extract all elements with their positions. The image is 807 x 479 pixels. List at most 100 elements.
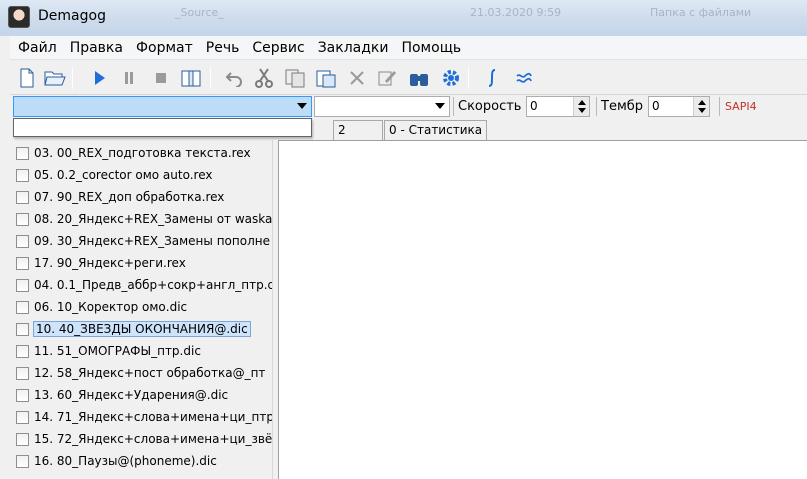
list-item-selected[interactable]: 10. 40_ЗВЕЗДЫ ОКОНЧАНИЯ@.dic — [16, 319, 272, 339]
file-label: 15. 72_Яндекс+слова+имена+ци_звё — [34, 432, 272, 446]
file-label: 16. 80_Паузы@(phoneme).dic — [34, 454, 217, 468]
spin-buttons[interactable] — [573, 97, 589, 116]
checkbox[interactable] — [16, 256, 29, 270]
tab-strip: 2 0 - Статистика — [333, 120, 488, 140]
app-icon[interactable] — [8, 6, 30, 28]
voice-select[interactable] — [13, 96, 312, 117]
list-item[interactable]: 06. 10_Коректор омо.dic — [16, 297, 272, 317]
checkbox[interactable] — [16, 410, 29, 424]
pause-icon[interactable] — [118, 67, 140, 89]
toolbar-separator — [453, 97, 454, 116]
list-item[interactable]: 15. 72_Яндекс+слова+имена+ци_звё — [16, 429, 272, 449]
file-label: 08. 20_Яндекс+REX_Замены от waska — [34, 212, 272, 226]
checkbox[interactable] — [16, 168, 29, 182]
list-item[interactable]: 17. 90_Яндекс+реги.rex — [16, 253, 272, 273]
list-item[interactable]: 04. 0.1_Предв_аббр+сокр+англ_птр.d — [16, 275, 272, 295]
toolbar-separator — [210, 67, 211, 89]
secondary-select[interactable] — [314, 96, 450, 117]
speed-value: 0 — [530, 99, 538, 113]
delete-icon[interactable] — [346, 67, 368, 89]
spin-up-icon[interactable] — [698, 100, 706, 105]
file-label: 04. 0.1_Предв_аббр+сокр+англ_птр.d — [34, 278, 272, 292]
checkbox[interactable] — [16, 388, 29, 402]
find-icon[interactable] — [408, 67, 430, 89]
cut-icon[interactable] — [253, 67, 275, 89]
menu-file[interactable]: Файл — [12, 36, 64, 60]
checkbox[interactable] — [16, 322, 29, 336]
list-item[interactable]: 03. 00_REX_подготовка текста.rex — [16, 143, 272, 163]
list-item[interactable]: 14. 71_Яндекс+слова+имена+ци_птр — [16, 407, 272, 427]
timbre-label: Тембр — [601, 99, 644, 114]
file-label: 05. 0.2_corector омо auto.rex — [34, 168, 213, 182]
list-item[interactable]: 11. 51_ОМОГРАФЫ_птр.dic — [16, 341, 272, 361]
timbre-stepper[interactable]: 0 — [648, 96, 710, 117]
tab-statistics[interactable]: 0 - Статистика — [384, 120, 488, 140]
voice-dropdown-list[interactable] — [13, 118, 312, 137]
checkbox[interactable] — [16, 278, 29, 292]
chevron-down-icon[interactable] — [297, 103, 307, 109]
approx-icon[interactable] — [513, 67, 535, 89]
list-item[interactable]: 05. 0.2_corector омо auto.rex — [16, 165, 272, 185]
spin-down-icon[interactable] — [578, 108, 586, 113]
text-editor-area[interactable] — [278, 140, 807, 479]
list-item[interactable]: 16. 80_Паузы@(phoneme).dic — [16, 451, 272, 471]
spin-buttons[interactable] — [693, 97, 709, 116]
menu-format[interactable]: Формат — [130, 36, 200, 60]
open-folder-icon[interactable] — [44, 67, 66, 89]
paste-icon[interactable] — [315, 67, 337, 89]
checkbox[interactable] — [16, 146, 29, 160]
toolbar-separator — [72, 67, 73, 89]
list-item[interactable]: 09. 30_Яндекс+REX_Замены пополне — [16, 231, 272, 251]
spin-down-icon[interactable] — [698, 108, 706, 113]
play-icon[interactable] — [88, 67, 110, 89]
list-item[interactable]: 13. 60_Яндекс+Ударения@.dic — [16, 385, 272, 405]
checkbox[interactable] — [16, 432, 29, 446]
checkbox[interactable] — [16, 212, 29, 226]
copy-icon[interactable] — [284, 67, 306, 89]
file-label: 17. 90_Яндекс+реги.rex — [34, 256, 186, 270]
engine-label: SAPI4 — [725, 100, 757, 113]
title-bar: _Source_ 21.03.2020 9:59 Папка с файлами… — [0, 0, 807, 36]
menu-service[interactable]: Сервис — [246, 36, 311, 60]
background-item: 21.03.2020 9:59 — [470, 6, 562, 19]
timbre-value: 0 — [652, 99, 660, 113]
main-toolbar — [10, 61, 807, 95]
menu-help[interactable]: Помощь — [395, 36, 468, 60]
spin-up-icon[interactable] — [578, 100, 586, 105]
undo-icon[interactable] — [223, 67, 245, 89]
checkbox[interactable] — [16, 300, 29, 314]
list-item[interactable]: 08. 20_Яндекс+REX_Замены от waska — [16, 209, 272, 229]
checkbox[interactable] — [16, 190, 29, 204]
settings-icon[interactable] — [440, 67, 462, 89]
tab-2[interactable]: 2 — [333, 120, 383, 140]
speed-label: Скорость — [458, 99, 522, 114]
edit-icon[interactable] — [376, 67, 398, 89]
checkbox[interactable] — [16, 234, 29, 248]
voice-toolbar: Скорость 0 Тембр 0 SAPI4 — [10, 95, 807, 119]
chevron-down-icon[interactable] — [435, 103, 445, 109]
new-file-icon[interactable] — [16, 67, 38, 89]
file-label: 07. 90_REX_доп обработка.rex — [34, 190, 225, 204]
background-item: _Source_ — [175, 6, 224, 19]
menu-speech[interactable]: Речь — [200, 36, 247, 60]
stop-icon[interactable] — [150, 67, 172, 89]
checkbox[interactable] — [16, 454, 29, 468]
menu-bookmarks[interactable]: Закладки — [312, 36, 396, 60]
integral-icon[interactable] — [481, 67, 503, 89]
file-label: 12. 58_Яндекс+пост обработка@_пт — [34, 366, 266, 380]
menu-bar: Файл Правка Формат Речь Сервис Закладки … — [10, 36, 807, 60]
speed-stepper[interactable]: 0 — [526, 96, 590, 117]
book-icon[interactable] — [180, 67, 202, 89]
menu-edit[interactable]: Правка — [64, 36, 130, 60]
list-item[interactable]: 12. 58_Яндекс+пост обработка@_пт — [16, 363, 272, 383]
file-label: 06. 10_Коректор омо.dic — [34, 300, 188, 314]
file-list: 03. 00_REX_подготовка текста.rex 05. 0.2… — [10, 120, 272, 479]
list-item[interactable]: 07. 90_REX_доп обработка.rex — [16, 187, 272, 207]
file-label: 13. 60_Яндекс+Ударения@.dic — [34, 388, 229, 402]
file-label: 11. 51_ОМОГРАФЫ_птр.dic — [34, 344, 201, 358]
background-item: Папка с файлами — [650, 6, 752, 19]
checkbox[interactable] — [16, 344, 29, 358]
file-label: 10. 40_ЗВЕЗДЫ ОКОНЧАНИЯ@.dic — [33, 321, 251, 337]
checkbox[interactable] — [16, 366, 29, 380]
toolbar-separator — [468, 67, 469, 89]
